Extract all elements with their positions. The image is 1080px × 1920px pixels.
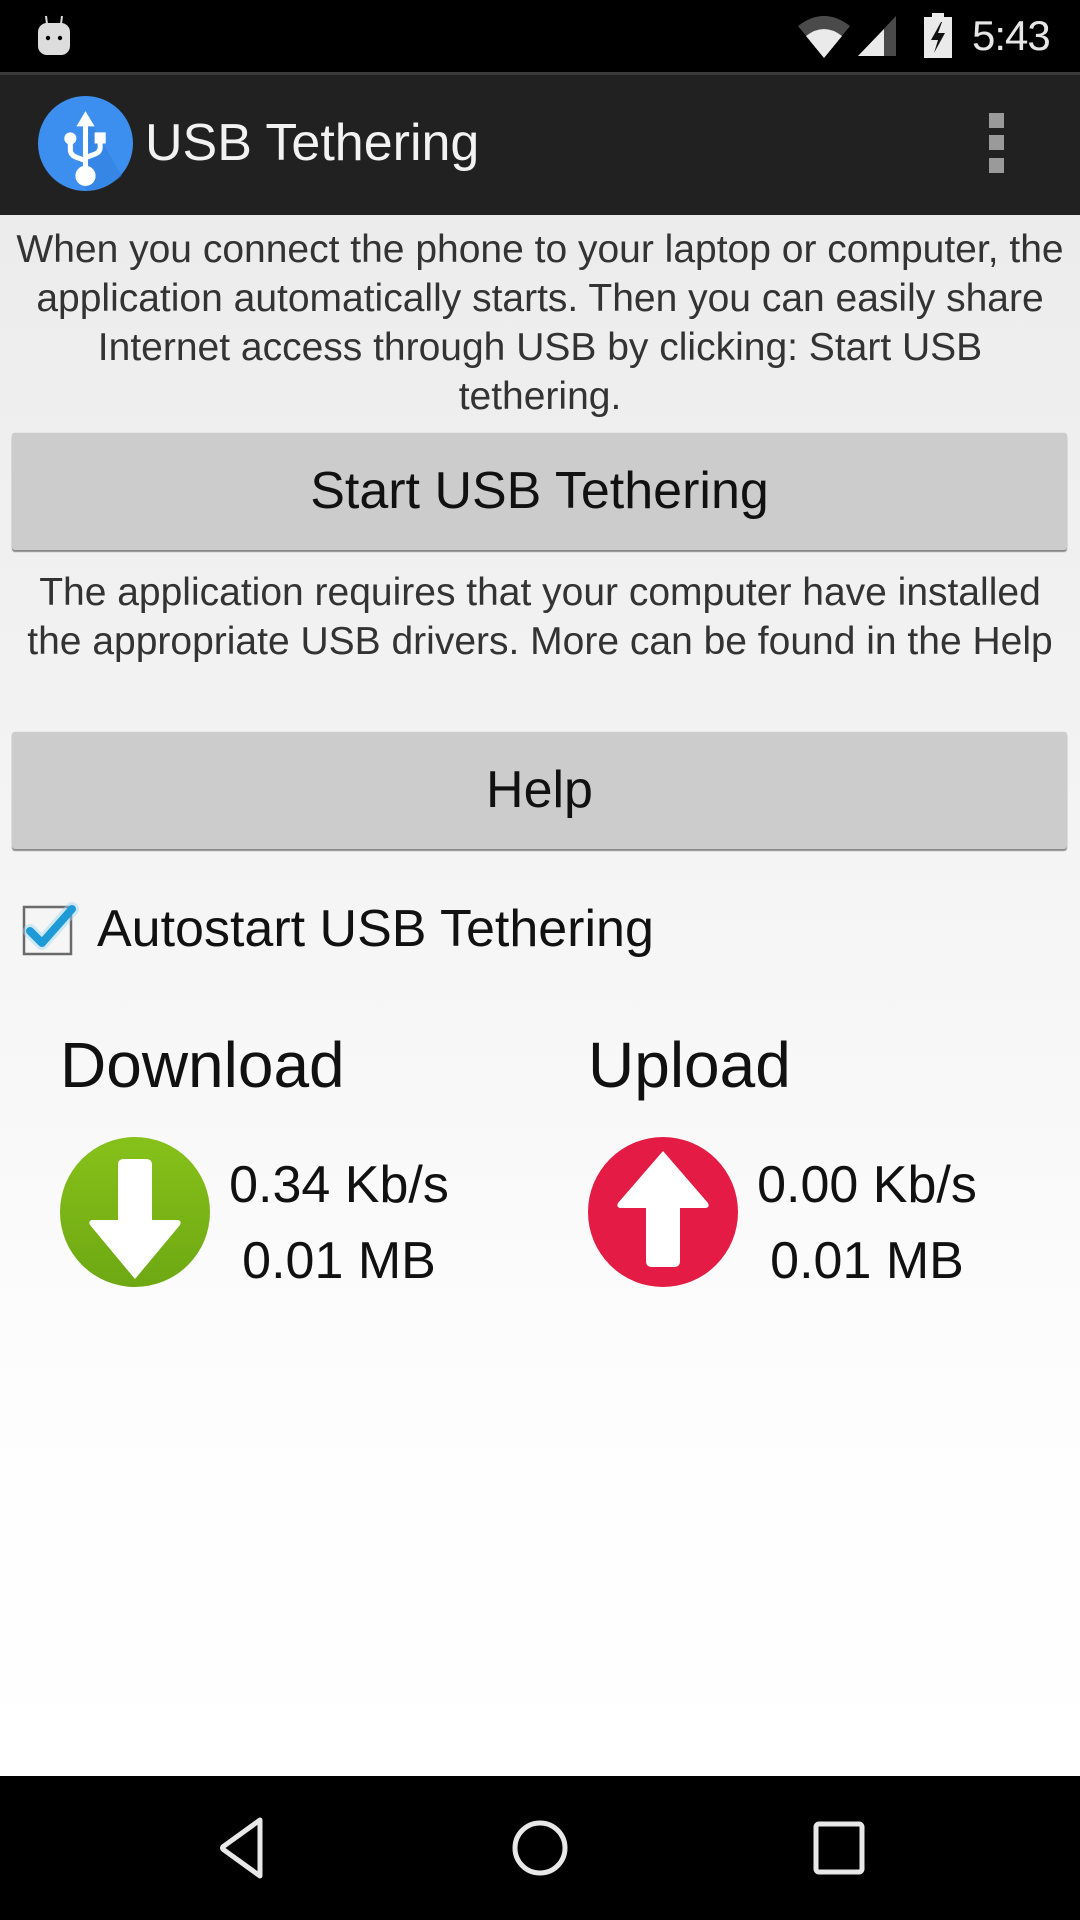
app-bar: USB Tethering: [0, 72, 1080, 215]
upload-stats: Upload 0.00 Kb/s 0.01 MB: [586, 1025, 1066, 1305]
status-clock: 5:43: [972, 12, 1051, 59]
wifi-icon: [798, 16, 850, 58]
autostart-label: Autostart USB Tethering: [97, 900, 654, 958]
download-heading: Download: [60, 1029, 345, 1101]
recents-icon[interactable]: [804, 1812, 876, 1884]
arrow-up-circle-icon: [588, 1137, 738, 1287]
more-vert-icon[interactable]: [976, 103, 1018, 187]
battery-charging-icon: [924, 13, 952, 58]
usb-icon: [38, 96, 133, 191]
app-title: USB Tethering: [145, 114, 480, 172]
download-speed: 0.34 Kb/s: [229, 1156, 449, 1214]
cell-signal-icon: [858, 16, 896, 56]
arrow-down-circle-icon: [60, 1137, 210, 1287]
drivers-text: The application requires that your compu…: [27, 571, 1053, 663]
autostart-checkbox-row[interactable]: Autostart USB Tethering: [20, 895, 720, 965]
download-stats: Download 0.34 Kb/s 0.01 MB: [58, 1025, 538, 1305]
android-robot-icon: [38, 15, 70, 55]
navigation-bar: [0, 1776, 1080, 1920]
start-usb-tethering-button[interactable]: Start USB Tethering: [12, 433, 1067, 550]
back-icon[interactable]: [206, 1812, 278, 1884]
download-total: 0.01 MB: [242, 1232, 436, 1290]
home-icon[interactable]: [504, 1812, 576, 1884]
upload-total: 0.01 MB: [770, 1232, 964, 1290]
intro-text: When you connect the phone to your lapto…: [16, 228, 1064, 418]
main-content: When you connect the phone to your lapto…: [0, 215, 1080, 1776]
upload-speed: 0.00 Kb/s: [757, 1156, 977, 1214]
autostart-checkbox[interactable]: [20, 895, 84, 959]
help-button[interactable]: Help: [12, 732, 1067, 849]
status-bar: 5:43: [0, 0, 1080, 72]
upload-heading: Upload: [588, 1029, 791, 1101]
